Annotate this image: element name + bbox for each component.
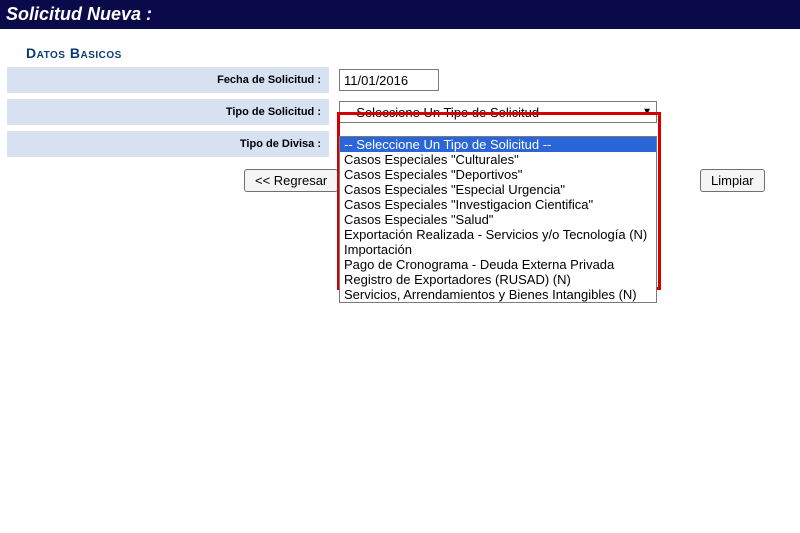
label-fecha: Fecha de Solicitud : xyxy=(7,67,329,93)
label-divisa: Tipo de Divisa : xyxy=(7,131,329,157)
form-row-tipo: Tipo de Solicitud : -- Seleccione Un Tip… xyxy=(0,99,800,125)
clear-button[interactable]: Limpiar xyxy=(700,169,765,192)
section-heading: Datos Basicos xyxy=(0,29,800,67)
page-title: Solicitud Nueva : xyxy=(6,4,152,24)
select-tipo[interactable]: -- Seleccione Un Tipo de Solicitud -- ▼ xyxy=(339,101,657,123)
select-tipo-value: -- Seleccione Un Tipo de Solicitud -- xyxy=(344,105,551,120)
dropdown-option[interactable]: Exportación Realizada - Servicios y/o Te… xyxy=(340,227,656,242)
dropdown-option[interactable]: Casos Especiales "Salud" xyxy=(340,212,656,227)
dropdown-option[interactable]: Pago de Cronograma - Deuda Externa Priva… xyxy=(340,257,656,272)
dropdown-option[interactable]: -- Seleccione Un Tipo de Solicitud -- xyxy=(340,137,656,152)
field-fecha-cell xyxy=(339,67,439,93)
back-button[interactable]: << Regresar xyxy=(244,169,338,192)
input-fecha[interactable] xyxy=(339,69,439,91)
dropdown-option[interactable]: Casos Especiales "Especial Urgencia" xyxy=(340,182,656,197)
chevron-down-icon: ▼ xyxy=(642,107,652,118)
label-tipo: Tipo de Solicitud : xyxy=(7,99,329,125)
dropdown-option[interactable]: Importación xyxy=(340,242,656,257)
dropdown-option[interactable]: Casos Especiales "Investigacion Cientifi… xyxy=(340,197,656,212)
page-title-bar: Solicitud Nueva : xyxy=(0,0,800,29)
field-tipo-cell: -- Seleccione Un Tipo de Solicitud -- ▼ xyxy=(339,99,657,125)
dropdown-option[interactable]: Servicios, Arrendamientos y Bienes Intan… xyxy=(340,287,656,302)
form-row-fecha: Fecha de Solicitud : xyxy=(0,67,800,93)
dropdown-option[interactable]: Registro de Exportadores (RUSAD) (N) xyxy=(340,272,656,287)
dropdown-option[interactable]: Casos Especiales "Culturales" xyxy=(340,152,656,167)
dropdown-option[interactable]: Casos Especiales "Deportivos" xyxy=(340,167,656,182)
dropdown-list-tipo[interactable]: -- Seleccione Un Tipo de Solicitud --Cas… xyxy=(339,136,657,303)
